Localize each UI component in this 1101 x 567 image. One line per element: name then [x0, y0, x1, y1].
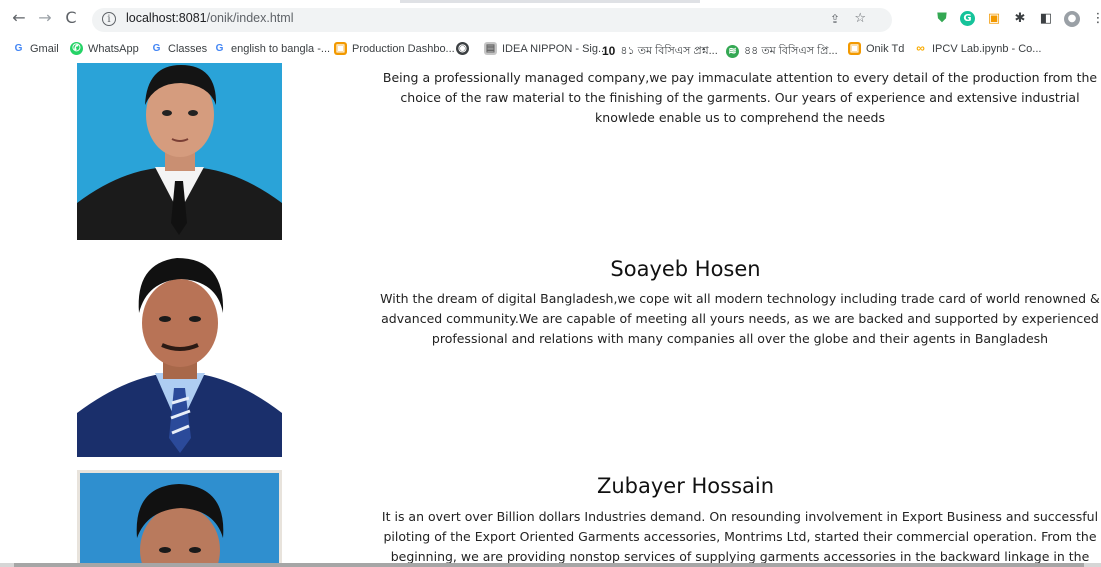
bookmark-globe[interactable]: ◉: [456, 42, 469, 55]
ten-minute-icon: 10: [602, 44, 616, 58]
globe-icon: ◉: [456, 42, 469, 55]
dashboard-icon: ▣: [334, 42, 347, 55]
colab-icon: ∞: [916, 41, 925, 55]
member-name: Soayeb Hosen: [610, 257, 761, 281]
leaf-icon: ≋: [726, 45, 739, 58]
side-panel-icon[interactable]: ◧: [1038, 11, 1054, 27]
bookmark-idea-nippon[interactable]: ▤ IDEA NIPPON - Sig...: [484, 42, 607, 55]
bookmark-production-dashboard[interactable]: ▣ Production Dashbo...: [334, 42, 455, 55]
grammarly-icon[interactable]: G: [960, 11, 975, 26]
bookmark-label: Production Dashbo...: [352, 42, 455, 55]
reload-icon[interactable]: C: [62, 9, 80, 27]
horizontal-scrollbar-thumb[interactable]: [14, 563, 1084, 567]
shield-extension-icon[interactable]: ⛊: [934, 11, 950, 27]
member-photo: [77, 63, 282, 240]
member-portrait-1: [77, 63, 282, 240]
bookmark-label: english to bangla -...: [231, 42, 331, 55]
bookmark-english-to-bangla[interactable]: G english to bangla -...: [213, 42, 330, 55]
bookmark-label: IPCV Lab.ipynb - Co...: [932, 42, 1042, 55]
extension-square-icon[interactable]: ▣: [986, 11, 1002, 27]
profile-avatar-icon[interactable]: ●: [1064, 11, 1080, 27]
bookmark-label: Classes: [168, 42, 208, 55]
back-arrow-icon[interactable]: ←: [10, 9, 28, 27]
member-photo: [77, 253, 282, 457]
bookmark-44-bcs[interactable]: ≋ ৪৪ তম বিসিএস প্রি...: [726, 42, 838, 61]
active-tab-indicator: [400, 0, 700, 3]
share-icon[interactable]: ⇪: [830, 12, 840, 26]
member-portrait-2: [77, 253, 282, 457]
dashboard-icon: ▣: [848, 42, 861, 55]
address-bar[interactable]: i localhost:8081/onik/index.html ⇪ ☆: [92, 8, 892, 32]
bookmark-label: IDEA NIPPON - Sig...: [502, 42, 608, 55]
url-text[interactable]: localhost:8081/onik/index.html: [126, 11, 293, 25]
member-bio: Being a professionally managed company,w…: [382, 70, 1098, 125]
member-bio: With the dream of digital Bangladesh,we …: [380, 291, 1100, 346]
bookmark-label: ৪১ তম বিসিএস প্রশ্ন...: [620, 45, 718, 57]
google-g-icon: G: [215, 43, 224, 54]
google-g-icon: G: [152, 43, 161, 54]
site-info-icon[interactable]: i: [102, 12, 116, 26]
puzzle-extensions-icon[interactable]: ✱: [1012, 11, 1028, 27]
bookmarks-bar: G Gmail ✆ WhatsApp G Classes G english t…: [0, 37, 1101, 63]
bookmark-41-bcs[interactable]: 10 ৪১ তম বিসিএস প্রশ্ন...: [602, 42, 718, 61]
bookmark-whatsapp[interactable]: ✆ WhatsApp: [70, 42, 139, 55]
star-bookmark-icon[interactable]: ☆: [854, 11, 866, 26]
menu-kebab-icon[interactable]: ⋮: [1090, 11, 1101, 27]
url-path: /onik/index.html: [206, 11, 294, 25]
whatsapp-icon: ✆: [70, 42, 83, 55]
bookmark-classes[interactable]: G Classes: [150, 42, 208, 55]
member-name: Zubayer Hossain: [596, 474, 775, 498]
forward-arrow-icon[interactable]: →: [36, 9, 54, 27]
member-bio: It is an overt over Billion dollars Indu…: [381, 509, 1099, 564]
browser-toolbar: ← → C i localhost:8081/onik/index.html ⇪…: [0, 0, 1101, 37]
bookmark-label: ৪৪ তম বিসিএস প্রি...: [744, 45, 838, 57]
bookmark-label: WhatsApp: [88, 42, 139, 55]
url-host: localhost:8081: [126, 11, 207, 25]
bookmark-label: Onik Td: [866, 42, 905, 55]
google-g-icon: G: [14, 43, 23, 54]
bookmark-onik-td[interactable]: ▣ Onik Td: [848, 42, 904, 55]
image-icon: ▤: [484, 42, 497, 55]
bookmark-gmail[interactable]: G Gmail: [12, 42, 59, 55]
bookmark-label: Gmail: [30, 42, 59, 55]
bookmark-ipcv-lab[interactable]: ∞ IPCV Lab.ipynb - Co...: [914, 42, 1041, 55]
page-content: Being a professionally managed company,w…: [0, 63, 1101, 567]
